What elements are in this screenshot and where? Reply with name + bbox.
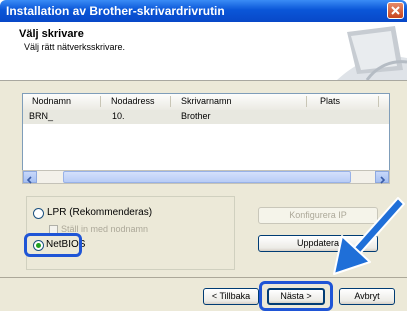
close-button[interactable]	[387, 2, 404, 19]
cell-nodeaddress: 10.	[112, 111, 125, 121]
close-icon	[391, 6, 400, 15]
arrow-icon	[333, 197, 405, 275]
horizontal-scrollbar[interactable]	[22, 170, 390, 184]
column-header-nodeaddress[interactable]: Nodadress	[111, 96, 155, 106]
scroll-right-button[interactable]	[375, 171, 389, 184]
scroll-thumb[interactable]	[63, 171, 351, 183]
netbios-highlight	[24, 233, 82, 257]
header-graphic	[337, 26, 407, 80]
list-item[interactable]: BRN_ 10. Brother	[23, 110, 389, 124]
lpr-label[interactable]: LPR (Rekommenderas)	[47, 207, 152, 218]
title-bar[interactable]: Installation av Brother-skrivardrivrutin	[0, 0, 407, 22]
wizard-header: Välj skrivare Välj rätt nätverksskrivare…	[0, 22, 407, 81]
chevron-left-icon	[26, 176, 32, 184]
printer-list[interactable]: Nodnamn Nodadress Skrivarnamn Plats BRN_…	[22, 93, 390, 178]
cell-printername: Brother	[181, 111, 211, 121]
column-header-nodename[interactable]: Nodnamn	[32, 96, 71, 106]
chevron-right-icon	[380, 176, 386, 184]
back-button[interactable]: < Tillbaka	[203, 288, 259, 305]
window-title: Installation av Brother-skrivardrivrutin	[6, 4, 225, 18]
page-subtitle: Välj rätt nätverksskrivare.	[24, 42, 126, 52]
list-header: Nodnamn Nodadress Skrivarnamn Plats	[23, 94, 389, 111]
scroll-left-button[interactable]	[23, 171, 37, 184]
installer-window: Installation av Brother-skrivardrivrutin…	[0, 0, 407, 311]
lpr-radio[interactable]	[33, 208, 44, 219]
cancel-button[interactable]: Avbryt	[339, 288, 395, 305]
column-header-printername[interactable]: Skrivarnamn	[181, 96, 232, 106]
cell-nodename: BRN_	[29, 111, 54, 121]
page-title: Välj skrivare	[19, 28, 84, 40]
column-header-location[interactable]: Plats	[320, 96, 340, 106]
